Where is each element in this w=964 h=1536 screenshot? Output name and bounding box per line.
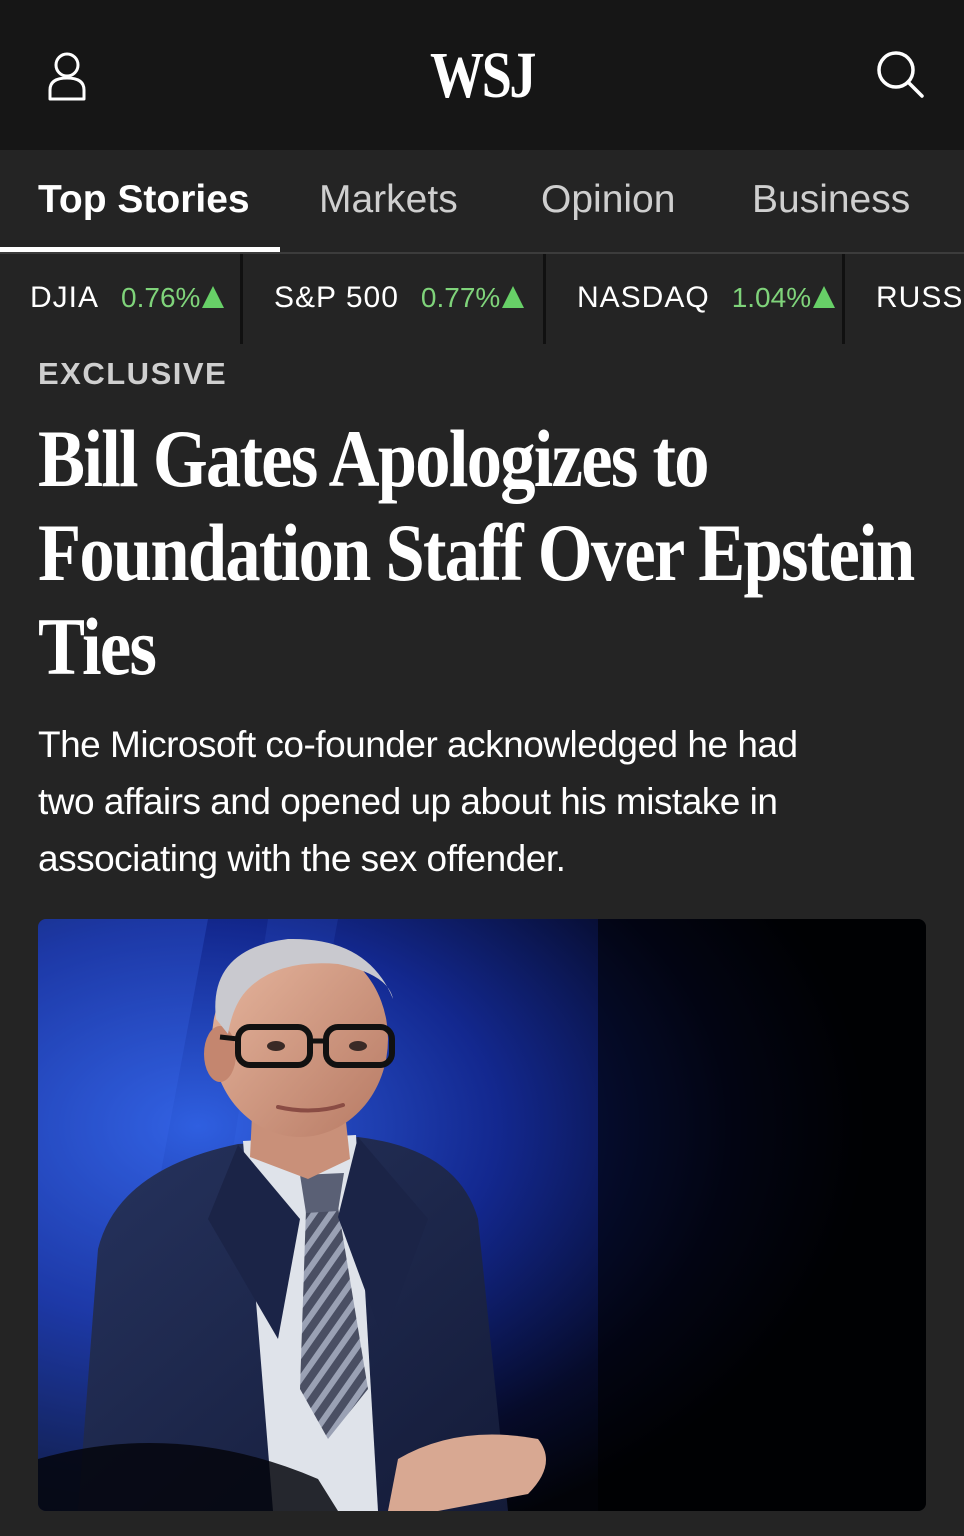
ticker-divider <box>543 254 546 344</box>
headline-line: Bill Gates Apologizes to <box>38 413 709 504</box>
ticker-item-nasdaq[interactable]: NASDAQ 1.04% <box>577 254 836 344</box>
market-ticker: DJIA 0.76% S&P 500 0.77% NASDAQ 1.04% RUSSE <box>0 254 964 344</box>
page: WSJ Top Stories Markets Opinion Business… <box>0 0 964 1536</box>
headline-line: Foundation Staff Over Epstein <box>38 507 915 598</box>
headline-line: Ties <box>38 601 157 692</box>
ticker-item-djia[interactable]: DJIA 0.76% <box>30 254 225 344</box>
ticker-divider <box>240 254 243 344</box>
up-arrow-icon <box>502 286 525 308</box>
ticker-divider <box>842 254 845 344</box>
article-headline[interactable]: Bill Gates Apologizes to Foundation Staf… <box>38 412 932 694</box>
dek-line: associating with the sex offender. <box>38 838 566 879</box>
ticker-name: S&P 500 <box>274 281 399 314</box>
article-photo[interactable] <box>38 919 926 1511</box>
up-arrow-icon <box>813 286 836 308</box>
dek-line: two affairs and opened up about his mist… <box>38 781 778 822</box>
ticker-change: 1.04% <box>731 282 812 313</box>
ticker-item-russell[interactable]: RUSSE <box>876 254 964 344</box>
ticker-change: 0.76% <box>121 282 201 313</box>
tab-opinion[interactable]: Opinion <box>541 150 675 252</box>
up-arrow-icon <box>202 286 225 308</box>
article-kicker: EXCLUSIVE <box>38 356 228 391</box>
ticker-name: NASDAQ <box>577 281 710 314</box>
ticker-change: 0.77% <box>420 282 501 313</box>
tab-top-stories[interactable]: Top Stories <box>38 150 250 252</box>
wsj-logo[interactable]: WSJ <box>87 38 877 114</box>
ticker-name: RUSSE <box>876 281 964 314</box>
tab-business[interactable]: Business <box>752 150 910 252</box>
top-bar: WSJ <box>0 0 964 150</box>
active-tab-indicator <box>0 247 280 252</box>
ticker-item-sp500[interactable]: S&P 500 0.77% <box>274 254 525 344</box>
dek-line: The Microsoft co-founder acknowledged he… <box>38 724 798 765</box>
ticker-name: DJIA <box>30 281 100 314</box>
article-dek: The Microsoft co-founder acknowledged he… <box>38 716 938 887</box>
search-icon[interactable] <box>872 46 928 102</box>
section-nav: Top Stories Markets Opinion Business <box>0 150 964 254</box>
tab-markets[interactable]: Markets <box>319 150 458 252</box>
